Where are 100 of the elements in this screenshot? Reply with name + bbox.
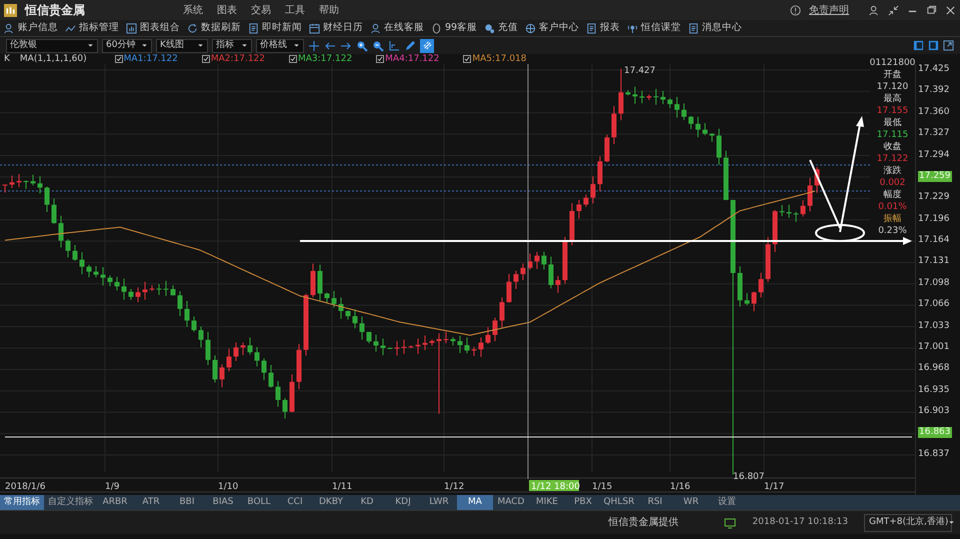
candle: [86, 264, 92, 278]
candle: [58, 215, 64, 248]
dropdown[interactable]: K线图: [156, 38, 208, 52]
indicator-tab[interactable]: BOLL: [241, 495, 277, 510]
indicator-tab[interactable]: ARBR: [97, 495, 133, 510]
toolbar-button[interactable]: 报表: [600, 20, 620, 36]
ellipse-marker: [815, 224, 865, 242]
bar-chart-icon[interactable]: [126, 22, 137, 34]
bar-time: 01121800: [870, 57, 916, 69]
menu-item[interactable]: 图表: [217, 2, 237, 18]
toolbar-button[interactable]: 99客服: [445, 20, 478, 36]
expand-icon[interactable]: [943, 40, 954, 51]
split-view-icon[interactable]: [913, 40, 924, 51]
logo-icon: [4, 4, 17, 16]
dropdown[interactable]: 伦敦银: [6, 38, 98, 52]
indicator-tab[interactable]: KD: [349, 495, 385, 510]
indicator-tab[interactable]: LWR: [421, 495, 457, 510]
toolbar-button[interactable]: 指标管理: [79, 20, 119, 36]
indicator-tab[interactable]: WR: [673, 495, 709, 510]
menu-item[interactable]: 系统: [183, 2, 203, 18]
price-tick: 17.001: [918, 342, 950, 353]
refresh-icon[interactable]: [187, 22, 198, 34]
menu-item[interactable]: 交易: [251, 2, 271, 18]
link-button[interactable]: [420, 38, 434, 52]
document-icon[interactable]: [688, 22, 700, 34]
crosshair-icon[interactable]: [308, 40, 320, 52]
indicator-tab[interactable]: MA: [457, 495, 493, 510]
globe-icon[interactable]: [525, 22, 536, 34]
document-icon[interactable]: [248, 22, 259, 34]
shrink-icon[interactable]: [888, 4, 899, 16]
person-icon[interactable]: [4, 22, 15, 34]
toolbar-button[interactable]: 账户信息: [18, 20, 58, 36]
indicator-tab[interactable]: MACD: [493, 495, 529, 510]
arrow-left-icon[interactable]: [324, 40, 336, 52]
menu-item[interactable]: 帮助: [319, 2, 339, 18]
indicator-tab[interactable]: MIKE: [529, 495, 565, 510]
indicator-tab[interactable]: BIAS: [205, 495, 241, 510]
indicator-tab[interactable]: QHLSR: [601, 495, 637, 510]
toolbar-button[interactable]: 在线客服: [384, 20, 424, 36]
checkbox[interactable]: [376, 55, 384, 63]
antenna-icon[interactable]: [627, 22, 638, 34]
zoom-out-icon[interactable]: [372, 40, 384, 52]
indicator-tab[interactable]: DKBY: [313, 495, 349, 510]
price-tick: 16.935: [918, 384, 950, 396]
dropdown[interactable]: 指标: [212, 38, 252, 52]
category-tab[interactable]: 自定义指标: [44, 495, 97, 510]
date-label: 1/9: [105, 482, 120, 492]
toolbar-button[interactable]: 数据刷新: [201, 20, 241, 36]
indicator-tab[interactable]: BBI: [169, 495, 205, 510]
dropdown[interactable]: 价格线: [256, 38, 304, 52]
indicator-tab[interactable]: RSI: [637, 495, 673, 510]
timezone-dropdown[interactable]: GMT+8(北京,香港): [864, 514, 952, 532]
candle: [16, 174, 22, 188]
candle: [556, 275, 560, 294]
indicator-tab[interactable]: PBX: [565, 495, 601, 510]
field-value: 0.23%: [878, 225, 907, 237]
candle: [408, 344, 414, 349]
candle: [534, 251, 540, 270]
toolbar-button[interactable]: 图表组合: [140, 20, 180, 36]
person-icon[interactable]: [370, 22, 381, 34]
document-icon[interactable]: [586, 22, 598, 34]
arrow-right-icon[interactable]: [340, 40, 352, 52]
pencil-icon[interactable]: [404, 40, 416, 52]
candle: [164, 280, 168, 297]
indicator-tab[interactable]: CCI: [277, 495, 313, 510]
settings-tab[interactable]: 设置: [709, 495, 745, 510]
user-icon[interactable]: [869, 4, 880, 16]
candle: [472, 346, 476, 356]
toolbar-button[interactable]: 充值: [498, 20, 518, 36]
restore-icon[interactable]: [926, 4, 937, 16]
candle: [380, 338, 386, 356]
candle: [492, 317, 498, 342]
axis-icon[interactable]: [388, 40, 400, 52]
checkbox[interactable]: [289, 55, 297, 63]
checkbox[interactable]: [463, 55, 472, 63]
line-chart-icon[interactable]: [65, 22, 76, 34]
dropdown[interactable]: 60分钟: [102, 38, 152, 52]
calendar-icon[interactable]: [309, 22, 320, 34]
check-icon: [464, 56, 470, 62]
checkbox[interactable]: [114, 55, 123, 63]
caret-icon: [293, 42, 300, 49]
single-view-icon[interactable]: [928, 40, 939, 51]
menu-item[interactable]: 工具: [285, 2, 305, 18]
price-tick: 17.294: [918, 150, 950, 160]
toolbar-button[interactable]: 恒信课堂: [641, 20, 682, 36]
checkbox[interactable]: [202, 55, 210, 63]
indicator-tab[interactable]: ATR: [133, 495, 169, 510]
toolbar-button[interactable]: 客户中心: [539, 20, 580, 36]
disclaimer-link[interactable]: 免责声明: [809, 2, 849, 18]
indicator-tab[interactable]: KDJ: [385, 495, 421, 510]
category-tab[interactable]: 常用指标: [0, 495, 44, 510]
date-label: 2018/1/6: [5, 482, 46, 492]
candle: [632, 86, 638, 104]
toolbar-button[interactable]: 消息中心: [702, 20, 742, 36]
close-icon[interactable]: [945, 4, 956, 16]
candle: [38, 176, 42, 194]
toolbar-button[interactable]: 财经日历: [323, 20, 363, 36]
zoom-in-icon[interactable]: [356, 40, 368, 52]
coin-icon[interactable]: [484, 22, 496, 34]
toolbar-button[interactable]: 即时新闻: [262, 20, 302, 36]
